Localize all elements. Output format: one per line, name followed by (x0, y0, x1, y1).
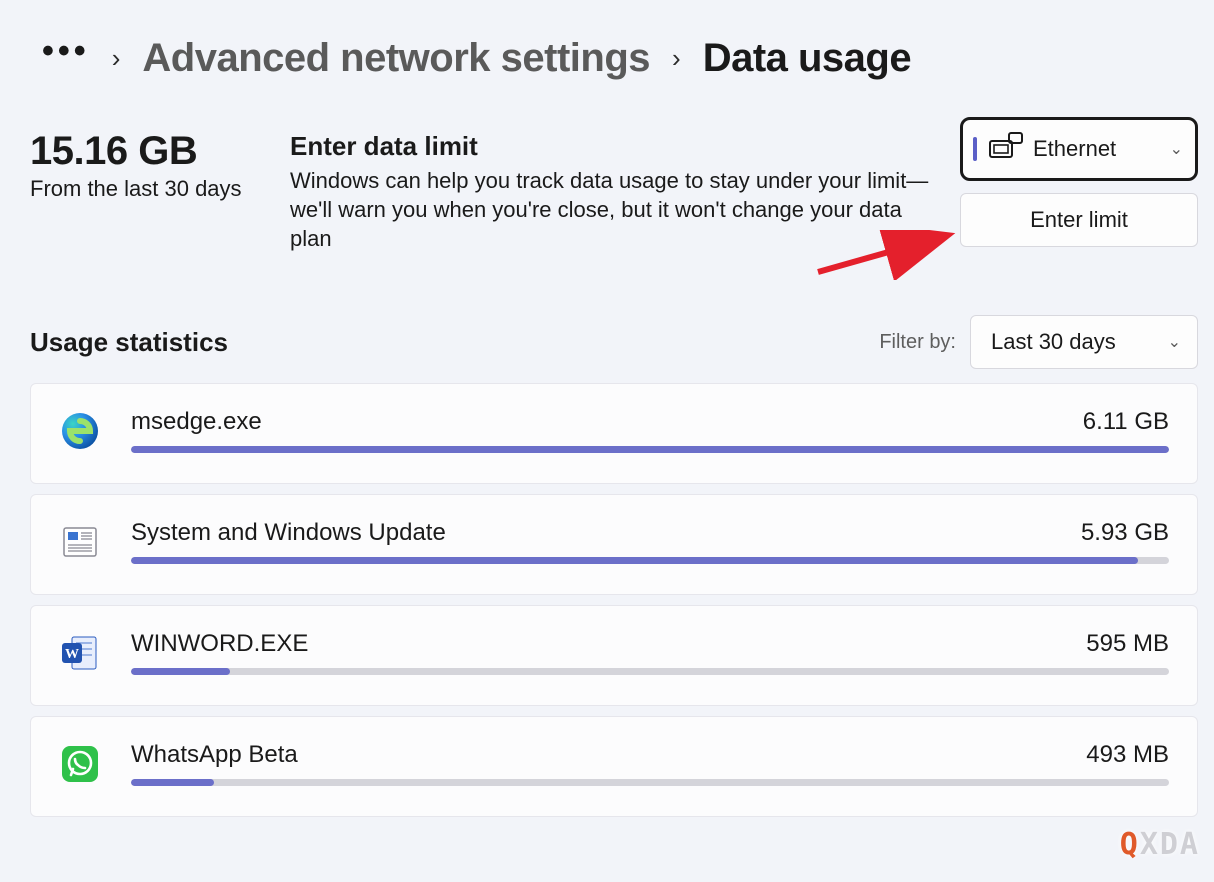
usage-bar-fill (131, 779, 214, 786)
app-size: 493 MB (1086, 741, 1169, 769)
list-item: WhatsApp Beta 493 MB (30, 716, 1198, 817)
ethernet-icon (989, 132, 1023, 166)
app-size: 595 MB (1086, 630, 1169, 658)
enter-limit-button[interactable]: Enter limit (960, 193, 1198, 247)
chevron-right-icon: › (112, 43, 121, 74)
app-name: WINWORD.EXE (131, 630, 1086, 658)
usage-list: msedge.exe 6.11 GB System and Windows Up… (0, 383, 1214, 817)
usage-bar-fill (131, 668, 230, 675)
list-item: W WINWORD.EXE 595 MB (30, 605, 1198, 706)
usage-statistics-header: Usage statistics Filter by: Last 30 days… (0, 253, 1214, 383)
app-size: 5.93 GB (1081, 519, 1169, 547)
chevron-down-icon: ⌄ (1168, 332, 1181, 352)
chevron-right-icon: › (672, 43, 681, 74)
dropdown-accent (973, 137, 977, 161)
data-limit-info: Enter data limit Windows can help you tr… (290, 129, 930, 253)
whatsapp-icon (59, 743, 101, 785)
usage-bar-fill (131, 446, 1169, 453)
app-size: 6.11 GB (1083, 408, 1169, 436)
breadcrumb-prev[interactable]: Advanced network settings (142, 36, 650, 81)
page-title: Data usage (703, 36, 911, 81)
app-name: System and Windows Update (131, 519, 1081, 547)
usage-statistics-title: Usage statistics (30, 327, 879, 358)
watermark: QXDA (1120, 827, 1200, 862)
total-usage-amount: 15.16 GB (30, 129, 260, 174)
summary-row: 15.16 GB From the last 30 days Enter dat… (0, 101, 1214, 253)
adapter-label: Ethernet (1033, 136, 1162, 162)
list-item: msedge.exe 6.11 GB (30, 383, 1198, 484)
limit-heading: Enter data limit (290, 131, 930, 162)
network-adapter-dropdown[interactable]: Ethernet ⌄ (960, 117, 1198, 181)
enter-limit-label: Enter limit (1030, 207, 1128, 233)
usage-bar (131, 668, 1169, 675)
breadcrumb: ••• › Advanced network settings › Data u… (0, 0, 1214, 101)
filter-value: Last 30 days (991, 329, 1160, 355)
usage-bar (131, 557, 1169, 564)
filter-by-label: Filter by: (879, 331, 956, 354)
breadcrumb-more-icon[interactable]: ••• (42, 45, 90, 73)
total-usage: 15.16 GB From the last 30 days (30, 129, 260, 253)
usage-bar (131, 446, 1169, 453)
watermark-rest: XDA (1140, 827, 1200, 862)
limit-description: Windows can help you track data usage to… (290, 166, 930, 253)
usage-bar (131, 779, 1169, 786)
filter-dropdown[interactable]: Last 30 days ⌄ (970, 315, 1198, 369)
windows-update-icon (59, 521, 101, 563)
list-item: System and Windows Update 5.93 GB (30, 494, 1198, 595)
svg-text:W: W (65, 647, 79, 662)
total-usage-period: From the last 30 days (30, 176, 260, 202)
app-name: WhatsApp Beta (131, 741, 1086, 769)
edge-icon (59, 410, 101, 452)
watermark-q: Q (1120, 827, 1140, 862)
word-icon: W (59, 632, 101, 674)
usage-bar-fill (131, 557, 1138, 564)
chevron-down-icon: ⌄ (1170, 139, 1183, 159)
app-name: msedge.exe (131, 408, 1083, 436)
